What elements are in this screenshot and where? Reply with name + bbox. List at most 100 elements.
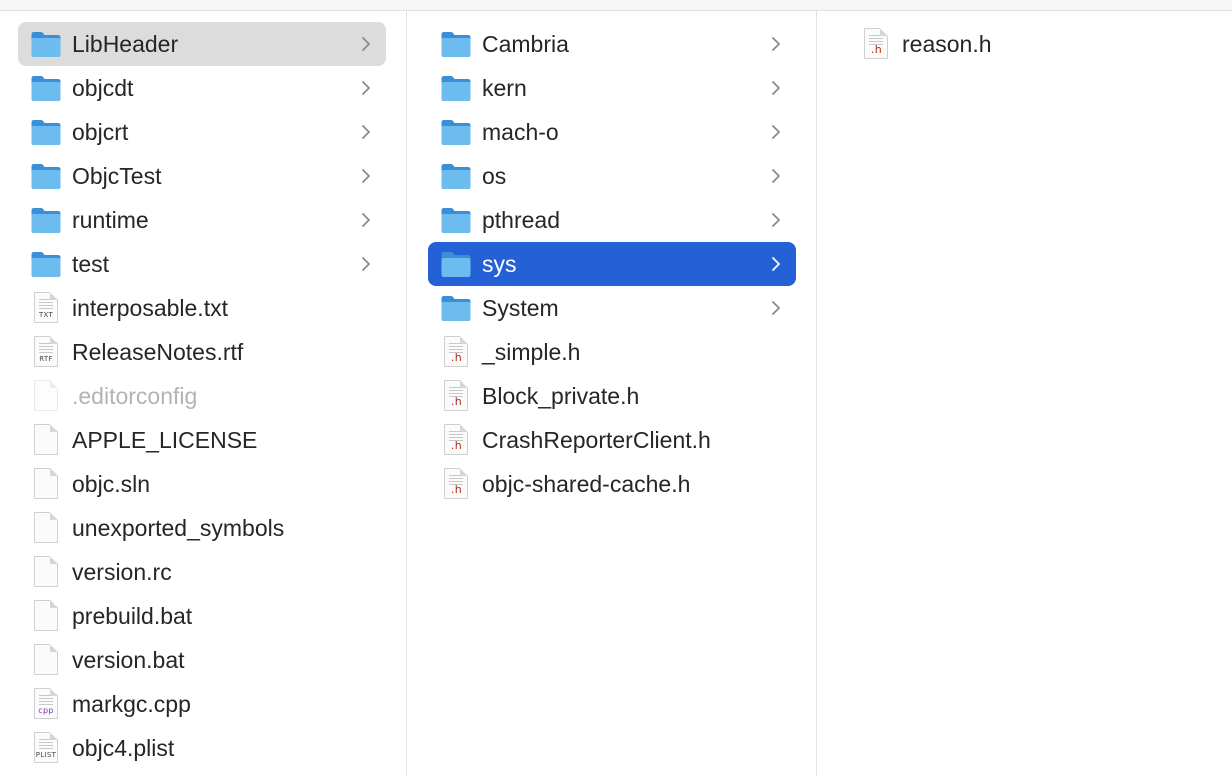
file-item[interactable]: cpp markgc.cpp — [18, 682, 386, 726]
chevron-right-icon[interactable] — [356, 168, 376, 184]
chevron-right-icon[interactable] — [766, 36, 786, 52]
file-item[interactable]: .h objc-shared-cache.h — [428, 462, 796, 506]
folder-item[interactable]: test — [18, 242, 386, 286]
chevron-right-icon[interactable] — [356, 36, 376, 52]
document-shape: .h — [444, 380, 468, 411]
document-icon — [30, 644, 62, 676]
folder-item[interactable]: objcdt — [18, 66, 386, 110]
document-shape: .h — [444, 424, 468, 455]
file-item[interactable]: APPLE_LICENSE — [18, 418, 386, 462]
column-1[interactable]: LibHeader objcdt objcrt ObjcTest runtime test… — [0, 11, 407, 776]
file-item[interactable]: prebuild.bat — [18, 594, 386, 638]
item-name: pthread — [482, 206, 561, 233]
item-name: version.rc — [72, 558, 172, 585]
folder-item[interactable]: runtime — [18, 198, 386, 242]
file-item[interactable]: .editorconfig — [18, 374, 386, 418]
file-type-badge: .h — [450, 483, 462, 496]
folder-icon — [440, 28, 472, 60]
folder-icon — [440, 116, 472, 148]
folder-item[interactable]: Cambria — [428, 22, 796, 66]
document-shape — [34, 512, 58, 543]
folder-icon — [440, 204, 472, 236]
item-name: mach-o — [482, 118, 559, 145]
item-name: test — [72, 250, 110, 277]
item-name: APPLE_LICENSE — [72, 426, 258, 453]
item-name: objcrt — [72, 118, 129, 145]
document-icon: RTF — [30, 336, 62, 368]
document-shape: RTF — [34, 336, 58, 367]
chevron-right-icon[interactable] — [766, 124, 786, 140]
file-item[interactable]: .h _simple.h — [428, 330, 796, 374]
file-item[interactable]: objc.sln — [18, 462, 386, 506]
item-name: runtime — [72, 206, 149, 233]
document-shape: .h — [864, 28, 888, 59]
document-icon: cpp — [30, 688, 62, 720]
document-shape — [34, 556, 58, 587]
file-item[interactable]: .h CrashReporterClient.h — [428, 418, 796, 462]
document-icon: .h — [440, 424, 472, 456]
folder-icon — [30, 28, 62, 60]
item-name: ObjcTest — [72, 162, 162, 189]
folder-item[interactable]: ObjcTest — [18, 154, 386, 198]
file-item[interactable]: unexported_symbols — [18, 506, 386, 550]
file-item[interactable]: TXT interposable.txt — [18, 286, 386, 330]
folder-item[interactable]: LibHeader — [18, 22, 386, 66]
item-name: markgc.cpp — [72, 690, 191, 717]
folder-icon — [440, 292, 472, 324]
chevron-right-icon[interactable] — [356, 80, 376, 96]
item-name: .editorconfig — [72, 382, 198, 409]
item-name: objcdt — [72, 74, 134, 101]
folder-item[interactable]: kern — [428, 66, 796, 110]
chevron-right-icon[interactable] — [766, 300, 786, 316]
column-3[interactable]: .h reason.h — [818, 11, 1232, 776]
file-type-badge: .h — [450, 439, 462, 452]
folder-item[interactable]: objcrt — [18, 110, 386, 154]
item-name: objc-shared-cache.h — [482, 470, 691, 497]
item-name: LibHeader — [72, 30, 179, 57]
item-name: CrashReporterClient.h — [482, 426, 711, 453]
column-2[interactable]: Cambria kern mach-o os pthread sys System .h _si… — [408, 11, 817, 776]
folder-icon — [30, 72, 62, 104]
file-type-badge: RTF — [39, 355, 53, 363]
file-item[interactable]: .h reason.h — [848, 22, 1216, 66]
chevron-right-icon[interactable] — [766, 256, 786, 272]
file-item[interactable]: RTF ReleaseNotes.rtf — [18, 330, 386, 374]
document-icon: .h — [440, 468, 472, 500]
document-shape: cpp — [34, 688, 58, 719]
item-name: prebuild.bat — [72, 602, 193, 629]
file-item[interactable]: .h Block_private.h — [428, 374, 796, 418]
item-name: sys — [482, 250, 517, 277]
document-icon: TXT — [30, 292, 62, 324]
document-icon — [30, 380, 62, 412]
folder-icon — [440, 248, 472, 280]
document-shape: PLIST — [34, 732, 58, 763]
file-item[interactable]: PLIST objc4.plist — [18, 726, 386, 770]
item-name: unexported_symbols — [72, 514, 285, 541]
item-name: interposable.txt — [72, 294, 228, 321]
document-icon: .h — [440, 380, 472, 412]
folder-item[interactable]: System — [428, 286, 796, 330]
chevron-right-icon[interactable] — [356, 256, 376, 272]
file-item[interactable]: version.bat — [18, 638, 386, 682]
file-type-badge: TXT — [38, 311, 54, 319]
file-item[interactable]: version.rc — [18, 550, 386, 594]
file-type-badge: cpp — [38, 706, 54, 715]
document-shape — [34, 468, 58, 499]
document-shape: .h — [444, 336, 468, 367]
document-icon — [30, 600, 62, 632]
chevron-right-icon[interactable] — [766, 80, 786, 96]
folder-item[interactable]: mach-o — [428, 110, 796, 154]
document-shape: .h — [444, 468, 468, 499]
document-icon — [30, 424, 62, 456]
chevron-right-icon[interactable] — [766, 212, 786, 228]
item-name: version.bat — [72, 646, 185, 673]
folder-item[interactable]: sys — [428, 242, 796, 286]
chevron-right-icon[interactable] — [356, 124, 376, 140]
item-name: Block_private.h — [482, 382, 640, 409]
folder-item[interactable]: pthread — [428, 198, 796, 242]
item-name: ReleaseNotes.rtf — [72, 338, 244, 365]
folder-item[interactable]: os — [428, 154, 796, 198]
chevron-right-icon[interactable] — [356, 212, 376, 228]
item-name: os — [482, 162, 507, 189]
chevron-right-icon[interactable] — [766, 168, 786, 184]
